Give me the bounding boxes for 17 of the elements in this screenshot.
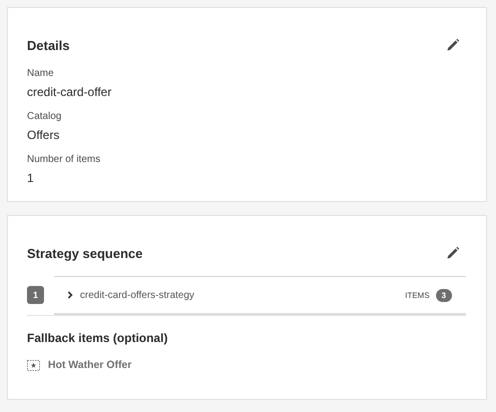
strategy-name: credit-card-offers-strategy [80,290,196,300]
items-label: ITEMS [405,290,430,300]
field-label: Number of items [27,154,102,165]
card-title: Details [27,38,70,52]
field-value: Offers [27,128,60,142]
index-badge: 1 [27,286,44,304]
edit-icon[interactable] [446,246,460,260]
section-title: Fallback items (optional) [27,331,169,345]
card-title: Strategy sequence [27,246,143,260]
fallback-item: Hot Wather Offer [48,359,132,371]
field-label: Name [27,68,55,79]
field-label: Catalog [27,111,62,122]
field-value: credit-card-offer [27,85,112,99]
count-badge: 3 [436,288,452,302]
field-value: 1 [27,171,35,185]
chevron-icon[interactable] [66,291,74,299]
edit-icon[interactable] [446,38,460,52]
